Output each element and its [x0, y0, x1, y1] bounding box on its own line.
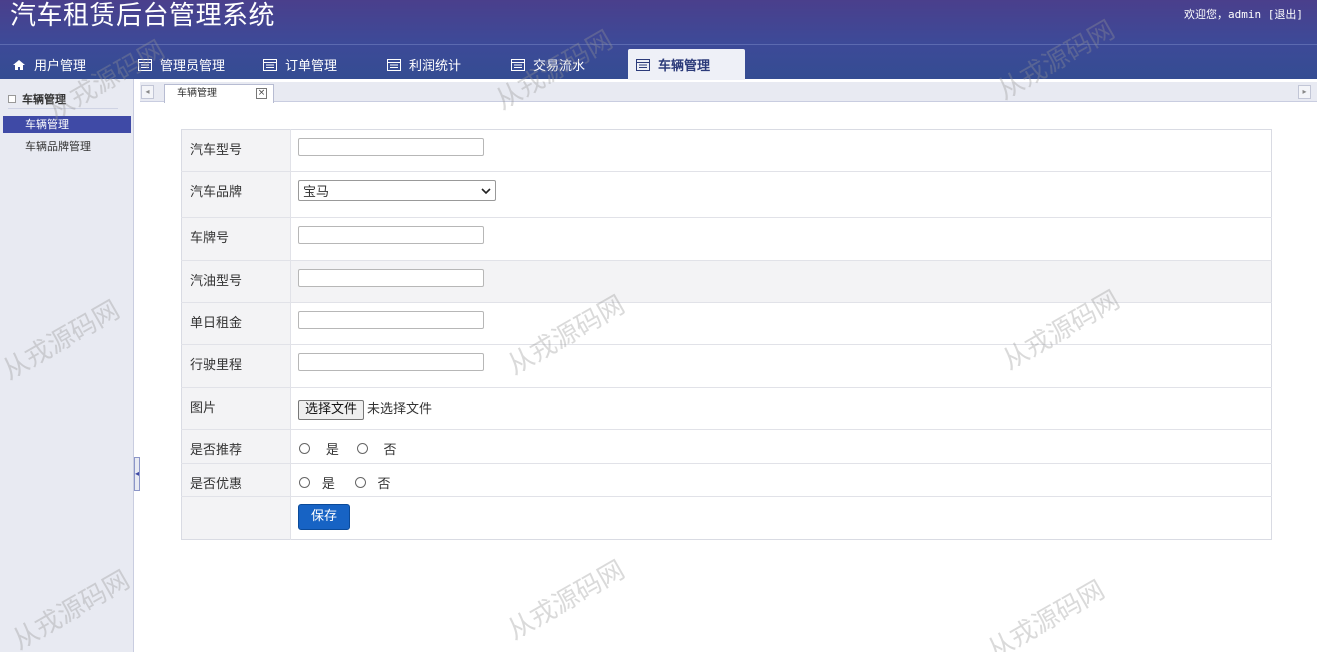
sidebar-heading-label: 车辆管理	[22, 92, 66, 106]
table-icon	[636, 58, 650, 71]
discount-no-label: 否	[377, 477, 391, 492]
welcome-text: 欢迎您，admin	[1184, 8, 1262, 21]
plate-input[interactable]	[298, 226, 484, 244]
form-row-discount: 是否优惠 是 否	[181, 463, 1272, 497]
watermark: 从戎源码网	[502, 555, 631, 647]
plate-label: 车牌号	[181, 217, 291, 261]
nav-label: 用户管理	[34, 59, 87, 74]
nav-label: 利润统计	[409, 59, 462, 74]
table-icon	[263, 58, 277, 71]
form-row-brand: 汽车品牌 宝马	[181, 171, 1272, 218]
nav-label: 交易流水	[533, 59, 586, 74]
app-title: 汽车租赁后台管理系统	[10, 1, 276, 31]
table-icon	[138, 58, 152, 71]
nav-label: 车辆管理	[658, 59, 711, 74]
mileage-label: 行驶里程	[181, 344, 291, 388]
form-row-image: 图片 选择文件 未选择文件	[181, 387, 1272, 430]
watermark: 从戎源码网	[982, 575, 1111, 652]
fuel-label: 汽油型号	[181, 260, 291, 303]
sidebar-collapse-handle[interactable]: ◂	[134, 457, 140, 491]
close-icon[interactable]: ×	[256, 88, 267, 99]
form-row-daily-rent: 单日租金	[181, 302, 1272, 345]
logout-link[interactable]: [退出]	[1268, 6, 1303, 22]
form-row-fuel: 汽油型号	[181, 260, 1272, 303]
recommend-no-label: 否	[383, 443, 397, 458]
header: 汽车租赁后台管理系统 欢迎您，admin [退出] 用户管理 管理员管理 订单管…	[0, 0, 1317, 80]
table-icon	[511, 58, 525, 71]
tab-vehicle-management[interactable]: 车辆管理 ×	[164, 84, 274, 103]
nav-transaction-flow[interactable]: 交易流水	[511, 49, 585, 80]
tab-scroll-right-icon[interactable]: ▸	[1298, 85, 1311, 99]
nav-order-management[interactable]: 订单管理	[263, 49, 337, 80]
discount-yes-radio[interactable]	[299, 477, 310, 488]
form-row-car-model: 汽车型号	[181, 129, 1272, 172]
car-model-label: 汽车型号	[181, 129, 291, 172]
sidebar-item-brand-management[interactable]: 车辆品牌管理	[3, 138, 131, 155]
form-row-actions: 保存	[181, 496, 1272, 540]
brand-select[interactable]: 宝马	[298, 180, 496, 201]
nav-label: 管理员管理	[160, 59, 226, 74]
vehicle-form: 汽车型号 汽车品牌 宝马 车牌号 汽油型号 单日租金 行驶里程 图片 选择文件未…	[181, 129, 1272, 540]
sidebar-heading[interactable]: 车辆管理	[8, 89, 118, 109]
car-model-input[interactable]	[298, 138, 484, 156]
nav-vehicle-management[interactable]: 车辆管理	[628, 49, 745, 80]
daily-rent-label: 单日租金	[181, 302, 291, 345]
mileage-input[interactable]	[298, 353, 484, 371]
top-nav: 用户管理 管理员管理 订单管理 利润统计 交易流水 车辆管理	[0, 44, 1317, 80]
chevron-down-icon	[481, 188, 491, 195]
recommend-no-radio[interactable]	[356, 443, 368, 454]
save-button[interactable]: 保存	[298, 504, 351, 530]
user-area: 欢迎您，admin [退出]	[1184, 6, 1303, 22]
choose-file-button[interactable]: 选择文件	[298, 400, 365, 420]
fuel-input[interactable]	[298, 269, 484, 287]
discount-label: 是否优惠	[181, 463, 291, 497]
image-label: 图片	[181, 387, 291, 430]
discount-no-radio[interactable]	[354, 477, 366, 488]
daily-rent-input[interactable]	[298, 311, 484, 329]
empty-label-cell	[181, 496, 291, 540]
tab-strip: ◂ 车辆管理 × ▸	[140, 82, 1317, 103]
file-status-text: 未选择文件	[367, 402, 433, 417]
nav-user-management[interactable]: 用户管理	[12, 49, 86, 80]
recommend-label: 是否推荐	[181, 429, 291, 464]
collapse-box-icon	[8, 94, 16, 103]
recommend-yes-radio[interactable]	[299, 443, 310, 454]
nav-admin-management[interactable]: 管理员管理	[138, 49, 225, 80]
table-icon	[387, 58, 401, 71]
home-icon	[13, 59, 25, 70]
tab-scroll-left-icon[interactable]: ◂	[141, 85, 154, 99]
nav-profit-statistics[interactable]: 利润统计	[387, 49, 461, 80]
brand-label: 汽车品牌	[181, 171, 291, 218]
brand-selected-value: 宝马	[303, 185, 330, 200]
tab-label: 车辆管理	[177, 88, 217, 99]
recommend-yes-label: 是	[325, 443, 339, 458]
sidebar-item-vehicle-management[interactable]: 车辆管理	[3, 116, 131, 133]
discount-yes-label: 是	[321, 477, 335, 492]
form-row-plate: 车牌号	[181, 217, 1272, 261]
form-row-recommend: 是否推荐 是 否	[181, 429, 1272, 464]
sidebar: 车辆管理 车辆管理 车辆品牌管理	[0, 79, 134, 652]
form-row-mileage: 行驶里程	[181, 344, 1272, 388]
nav-label: 订单管理	[285, 59, 338, 74]
